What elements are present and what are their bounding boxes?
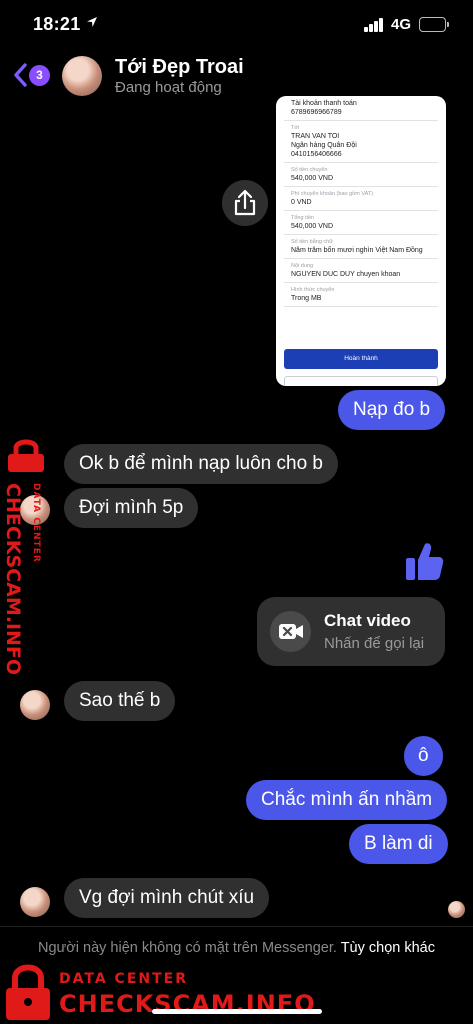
receipt-secondary-button: [284, 376, 438, 386]
message-incoming[interactable]: Vg đợi mình chút xíu: [64, 878, 270, 918]
contact-avatar[interactable]: [62, 56, 102, 96]
more-options-link[interactable]: Tùy chọn khác: [341, 940, 435, 956]
share-button[interactable]: [222, 180, 268, 226]
receipt-row-value: TRAN VAN TOI Ngân hàng Quân Đội 04101564…: [291, 133, 357, 158]
receipt-row-label: Tổng tiền: [291, 215, 314, 221]
message-outgoing[interactable]: Nạp đo b: [338, 390, 446, 430]
video-call-subtitle: Nhấn để gọi lại: [324, 635, 425, 652]
message-outgoing[interactable]: B làm di: [349, 824, 448, 864]
receipt-row-label: Số tiền chuyển: [291, 167, 328, 173]
receipt-row: Tài khoản thanh toán 6789696966789: [284, 96, 438, 121]
seen-receipt-avatar: [448, 901, 465, 918]
thumbs-up-icon[interactable]: [404, 540, 444, 582]
receipt-row-value: 540,000 VND: [291, 175, 334, 182]
status-time: 18:21: [33, 14, 81, 34]
message-outgoing[interactable]: Chắc mình ấn nhầm: [246, 780, 448, 820]
video-camera-missed-icon: [270, 611, 311, 652]
contact-name[interactable]: Tới Đẹp Troai: [115, 56, 244, 79]
network-type: 4G: [391, 16, 412, 33]
receipt-row: Số tiền chuyển 540,000 VND: [284, 163, 438, 187]
receipt-rows: Tài khoản thanh toán 6789696966789 Tới TRA…: [276, 96, 446, 307]
receipt-row: Nội dung NGUYEN DUC DUY chuyen khoan: [284, 259, 438, 283]
notice-text: Người này hiện không có mặt trên Messeng…: [38, 940, 337, 956]
contact-avatar-small[interactable]: [20, 690, 50, 720]
home-indicator[interactable]: [152, 1009, 322, 1014]
receipt-row-label: Tới: [291, 125, 300, 131]
transfer-receipt-image[interactable]: Tài khoản thanh toán 6789696966789 Tới TRA…: [276, 96, 446, 386]
presence-status: Đang hoạt động: [115, 79, 222, 96]
receipt-row-value: Trong MB: [291, 295, 322, 302]
receipt-row-label: Phí chuyển khoản (bao gồm VAT): [291, 191, 374, 197]
receipt-row: Hình thức chuyển Trong MB: [284, 283, 438, 307]
share-icon: [234, 189, 256, 216]
status-bar: 18:21 4G: [0, 0, 473, 50]
receipt-row-value: Tài khoản thanh toán 6789696966789: [291, 100, 357, 116]
receipt-row: Số tiền bằng chữ Năm trăm bốn mươi nghìn …: [284, 235, 438, 259]
battery-icon: [419, 17, 449, 32]
watermark-small: DATA CENTER: [59, 971, 188, 987]
contact-avatar-small[interactable]: [20, 887, 50, 917]
video-call-title: Chat video: [324, 611, 411, 630]
chevron-left-icon[interactable]: [12, 62, 28, 92]
signal-bars-icon: [364, 18, 384, 32]
divider: [0, 926, 473, 927]
receipt-row: Tới TRAN VAN TOI Ngân hàng Quân Đội 04101…: [284, 121, 438, 163]
video-call-card[interactable]: Chat video Nhấn để gọi lại: [257, 597, 445, 666]
message-incoming[interactable]: Đợi mình 5p: [64, 488, 199, 528]
receipt-row-label: Nội dung: [291, 263, 314, 269]
message-incoming[interactable]: Sao thế b: [64, 681, 176, 721]
receipt-row-value: Năm trăm bốn mươi nghìn Việt Nam Đồng: [291, 247, 423, 254]
receipt-row-value: 0 VND: [291, 199, 312, 206]
location-arrow-icon: [86, 15, 98, 31]
unavailable-notice: Người này hiện không có mặt trên Messeng…: [0, 938, 473, 958]
receipt-done-button: Hoàn thành: [284, 349, 438, 369]
receipt-row-label: Hình thức chuyển: [291, 287, 335, 293]
receipt-row: Phí chuyển khoản (bao gồm VAT) 0 VND: [284, 187, 438, 211]
unread-badge[interactable]: 3: [29, 65, 50, 86]
watermark-small-vertical: DATA CENTER: [31, 483, 41, 563]
receipt-row-label: Số tiền bằng chữ: [291, 239, 333, 245]
message-incoming[interactable]: Ok b để mình nạp luôn cho b: [64, 444, 338, 484]
receipt-row-value: 540,000 VND: [291, 223, 334, 230]
receipt-row: Tổng tiền 540,000 VND: [284, 211, 438, 235]
watermark-big-vertical: CHECKSCAM.INFO: [2, 483, 24, 676]
message-outgoing[interactable]: ô: [404, 736, 443, 776]
receipt-row-value: NGUYEN DUC DUY chuyen khoan: [291, 271, 401, 278]
